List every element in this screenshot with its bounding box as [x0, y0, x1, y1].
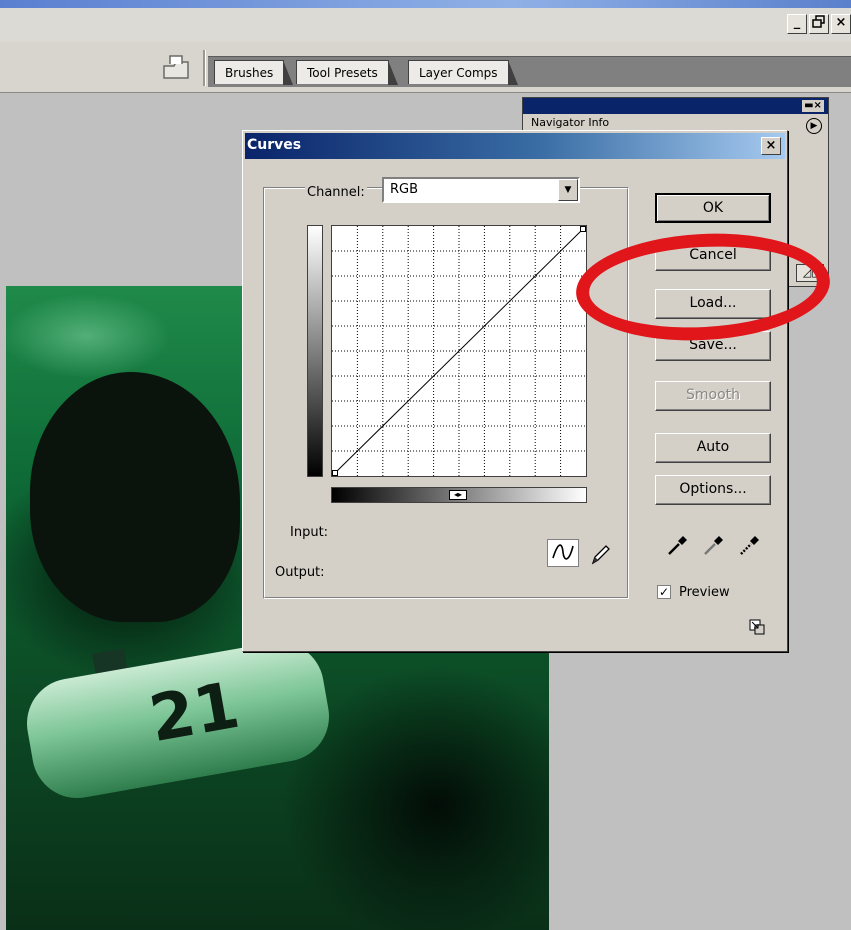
- curves-dialog: Curves × Channel: RGB ▼ ◂▸ Input: Output…: [242, 130, 788, 652]
- curve-grid: [332, 226, 586, 476]
- palette-well-icon[interactable]: [160, 52, 194, 84]
- curve-point-white[interactable]: [580, 226, 586, 232]
- auto-button[interactable]: Auto: [655, 433, 771, 463]
- palette-close-icon[interactable]: ▬×: [802, 100, 824, 112]
- minimize-button[interactable]: _: [787, 14, 807, 34]
- channel-select[interactable]: RGB ▼: [382, 177, 580, 203]
- restore-icon: [812, 15, 825, 28]
- restore-button[interactable]: [809, 14, 829, 34]
- dialog-close-button[interactable]: ×: [761, 137, 781, 155]
- pencil-icon[interactable]: [587, 541, 613, 567]
- channel-value: RGB: [390, 182, 419, 197]
- chevron-down-icon[interactable]: ▼: [558, 179, 578, 201]
- window-controls: _ ×: [787, 14, 851, 36]
- tab-brushes[interactable]: Brushes: [214, 60, 294, 85]
- ok-button[interactable]: OK: [655, 193, 771, 223]
- white-eyedropper-icon[interactable]: [737, 531, 763, 557]
- input-label: Input:: [290, 525, 329, 540]
- tab-layer-comps[interactable]: Layer Comps: [408, 60, 518, 85]
- smooth-button[interactable]: Smooth: [655, 381, 771, 411]
- preview-row[interactable]: ✓ Preview: [657, 583, 730, 601]
- output-gradient-bar: [307, 225, 323, 477]
- palette-menu-icon[interactable]: ▶: [806, 118, 822, 134]
- curve-icon: [552, 544, 574, 560]
- app-title-strip: [0, 0, 851, 8]
- preview-checkbox[interactable]: ✓: [657, 585, 671, 599]
- gradient-toggle-icon[interactable]: ◂▸: [449, 490, 467, 500]
- black-eyedropper-icon[interactable]: [665, 531, 691, 557]
- curve-graph[interactable]: [331, 225, 587, 477]
- curve-point-black[interactable]: [332, 470, 338, 476]
- curve-tool-button[interactable]: [547, 539, 579, 567]
- dialog-titlebar[interactable]: Curves ×: [245, 133, 785, 159]
- menu-bar: [0, 8, 851, 43]
- output-label: Output:: [275, 565, 325, 580]
- resize-icon[interactable]: [749, 619, 765, 635]
- well-divider: [203, 50, 206, 86]
- tab-tool-presets[interactable]: Tool Presets: [296, 60, 398, 85]
- options-button[interactable]: Options...: [655, 475, 771, 505]
- input-gradient-bar: ◂▸: [331, 487, 587, 503]
- preview-label: Preview: [679, 584, 730, 600]
- channel-label: Channel:: [305, 185, 367, 200]
- navigator-titlebar[interactable]: ▬×: [523, 98, 828, 114]
- dialog-title: Curves: [247, 137, 302, 153]
- gray-eyedropper-icon[interactable]: [701, 531, 727, 557]
- tank-number: 21: [144, 668, 245, 758]
- close-window-button[interactable]: ×: [831, 14, 851, 34]
